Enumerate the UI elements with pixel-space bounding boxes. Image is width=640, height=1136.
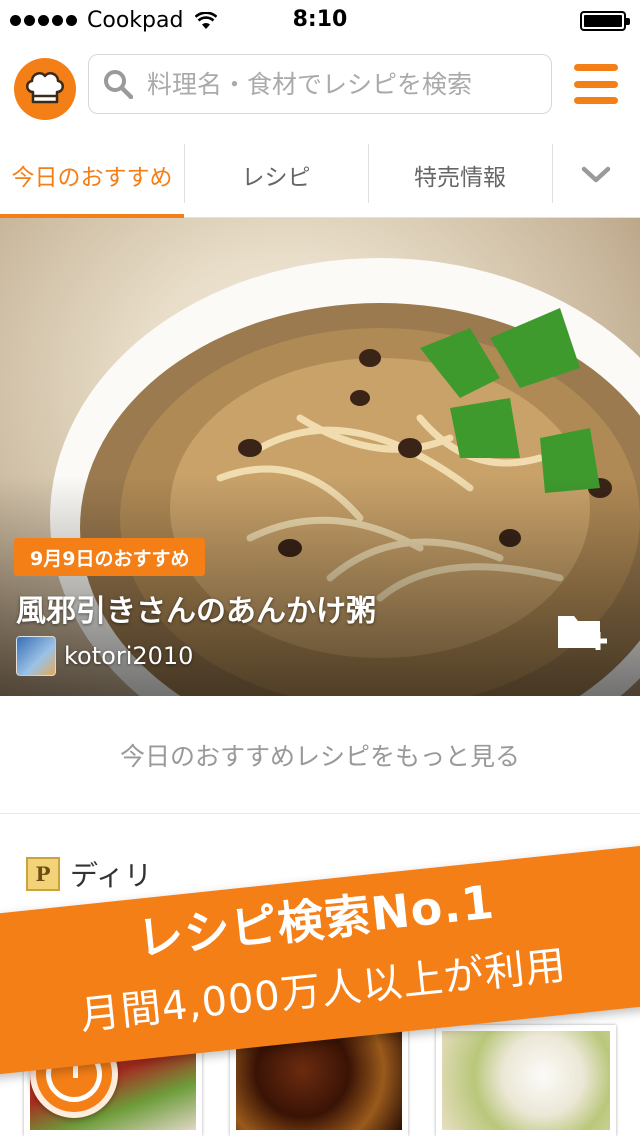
battery-icon: [580, 11, 630, 31]
recipe-title[interactable]: 風邪引きさんのあんかけ粥: [16, 586, 376, 630]
search-input[interactable]: [147, 69, 527, 99]
status-time: 8:10: [292, 7, 348, 32]
more-recipes-link[interactable]: 今日のおすすめレシピをもっと見る: [0, 696, 640, 814]
chef-hat-icon[interactable]: [14, 58, 76, 120]
search-box[interactable]: [88, 54, 552, 114]
tab-more[interactable]: [552, 132, 640, 217]
folder-add-icon[interactable]: [556, 610, 608, 652]
recipe-author[interactable]: kotori2010: [16, 636, 193, 676]
author-name: kotori2010: [64, 642, 194, 670]
tab-todays-picks[interactable]: 今日のおすすめ: [0, 132, 184, 218]
avatar: [16, 636, 56, 676]
featured-recipe-card[interactable]: 9月9日のおすすめ 風邪引きさんのあんかけ粥 kotori2010: [0, 218, 640, 696]
hamburger-menu-icon[interactable]: [574, 64, 618, 104]
chevron-down-icon: [581, 166, 611, 182]
date-badge: 9月9日のおすすめ: [14, 538, 206, 576]
app-header: [0, 40, 640, 132]
recipe-thumbnail[interactable]: [436, 1025, 616, 1136]
tab-sales-info[interactable]: 特売情報: [368, 132, 552, 217]
section-header: P ディリ: [26, 854, 152, 894]
tab-bar: 今日のおすすめ レシピ 特売情報: [0, 132, 640, 218]
tab-recipes[interactable]: レシピ: [184, 132, 368, 217]
pickup-icon: P: [26, 857, 60, 891]
search-icon: [104, 70, 133, 99]
status-bar: Cookpad 8:10: [0, 0, 640, 40]
